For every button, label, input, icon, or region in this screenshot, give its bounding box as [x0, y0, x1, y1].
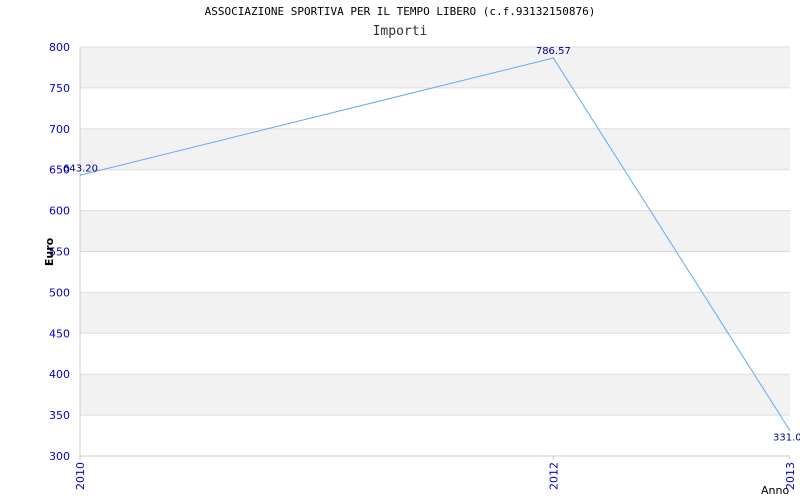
- x-tick-label: 2010: [74, 462, 87, 490]
- y-tick-label: 400: [49, 368, 70, 381]
- y-tick-label: 350: [49, 409, 70, 422]
- y-tick-label: 450: [49, 327, 70, 340]
- y-tick-label: 800: [49, 41, 70, 54]
- plot-band: [80, 169, 790, 211]
- plot-band: [80, 47, 790, 88]
- plot-band: [80, 374, 790, 416]
- plot-band: [80, 210, 790, 252]
- x-tick-labels: 2010 2012 2013: [74, 456, 797, 490]
- y-tick-label: 600: [49, 205, 70, 218]
- line-chart: 300350400450500550600650700750800 2010 20…: [43, 41, 800, 497]
- plot-band: [80, 87, 790, 129]
- y-tick-label: 500: [49, 286, 70, 299]
- plot-band: [80, 333, 790, 375]
- y-tick-label: 300: [49, 450, 70, 463]
- y-axis-title: Euro: [43, 237, 56, 266]
- x-axis-title: Anno: [761, 484, 789, 497]
- data-label: 643.20: [63, 163, 98, 174]
- x-tick-label: 2012: [547, 462, 560, 490]
- plot-band: [80, 292, 790, 334]
- plot-band: [80, 415, 790, 456]
- y-tick-label: 700: [49, 123, 70, 136]
- plot-band: [80, 251, 790, 293]
- y-tick-label: 750: [49, 82, 70, 95]
- data-label: 786.57: [536, 46, 571, 57]
- data-label: 331.0: [773, 433, 800, 444]
